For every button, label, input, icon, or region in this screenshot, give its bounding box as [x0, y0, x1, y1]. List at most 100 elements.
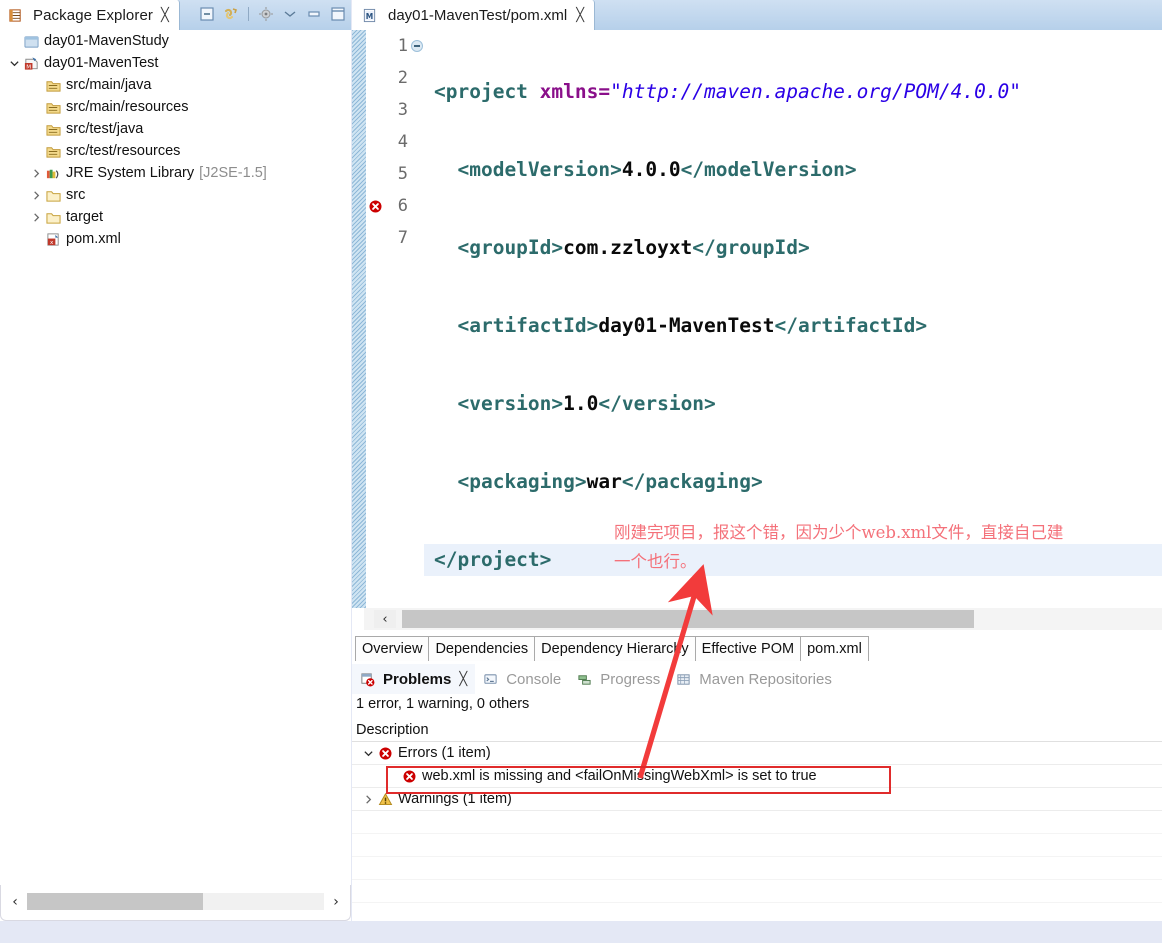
problems-row[interactable]: Errors (1 item): [352, 742, 1162, 765]
tree-item-src-test-resources[interactable]: src/test/resources: [0, 140, 351, 162]
tree-item-label: src/main/java: [66, 76, 152, 93]
folding-ruler[interactable]: [410, 30, 424, 608]
view-tab-console[interactable]: Console: [475, 664, 569, 694]
minimize-icon[interactable]: [305, 5, 323, 23]
chevron-right-icon[interactable]: [28, 187, 44, 203]
tab-pom-xml[interactable]: M day01-MavenTest/pom.xml ╳: [352, 0, 596, 30]
problems-row[interactable]: web.xml is missing and <failOnMissingWeb…: [352, 765, 1162, 788]
package-explorer-icon: [6, 7, 24, 23]
tree-item-label: src/test/java: [66, 120, 144, 137]
svg-text:M: M: [365, 11, 372, 20]
close-icon[interactable]: ╳: [459, 671, 467, 687]
editor-tab-label: day01-MavenTest/pom.xml: [388, 6, 568, 24]
view-tab-label: Console: [506, 670, 562, 688]
xml-tag: </artifactId>: [774, 314, 928, 337]
tab-package-explorer[interactable]: Package Explorer ╳: [0, 0, 180, 30]
tree-item-src-main-java[interactable]: src/main/java: [0, 74, 351, 96]
scrollbar-track[interactable]: [27, 893, 324, 910]
code-line-5: <version>1.0</version>: [424, 388, 1162, 420]
problems-empty-row: [352, 811, 1162, 834]
maximize-icon[interactable]: [329, 5, 347, 23]
jre-library-icon: [44, 165, 62, 181]
form-tab-dependencies[interactable]: Dependencies: [428, 636, 536, 661]
problems-empty-row: [352, 880, 1162, 903]
tree-item-src[interactable]: src: [0, 184, 351, 206]
xml-tag: <project: [434, 80, 540, 103]
scroll-right-arrow[interactable]: ›: [326, 893, 346, 910]
scroll-left-arrow[interactable]: ‹: [374, 610, 396, 628]
form-tab-dependency-hierarchy[interactable]: Dependency Hierarchy: [534, 636, 696, 661]
chevron-right-icon[interactable]: [360, 791, 376, 807]
focus-on-active-task-icon[interactable]: [257, 5, 275, 23]
xml-text: war: [586, 470, 622, 493]
chevron-down-icon[interactable]: [6, 55, 22, 71]
eclipse-ide-window: Package Explorer ╳ day01-MavenStudy M da…: [0, 0, 1162, 943]
folder-icon: [44, 187, 62, 203]
form-tab-overview[interactable]: Overview: [355, 636, 430, 661]
tree-item-target[interactable]: target: [0, 206, 351, 228]
tree-item-qualifier: [J2SE-1.5]: [199, 165, 267, 181]
scroll-left-arrow[interactable]: ‹: [5, 893, 25, 910]
annotation-overview-ruler[interactable]: [352, 30, 366, 608]
form-tab-pom-xml[interactable]: pom.xml: [800, 636, 869, 661]
marker-ruler[interactable]: [366, 30, 386, 608]
xml-text: day01-MavenTest: [598, 314, 775, 337]
package-explorer-toolbar: [198, 5, 347, 23]
close-icon[interactable]: ╳: [161, 7, 169, 23]
line-number: 6: [397, 196, 408, 216]
editor-horizontal-scrollbar[interactable]: ‹: [364, 608, 1162, 630]
view-menu-icon[interactable]: [281, 5, 299, 23]
form-tab-effective-pom[interactable]: Effective POM: [694, 636, 802, 661]
fold-collapse-icon[interactable]: [411, 40, 423, 52]
problems-table-body[interactable]: Errors (1 item) web.xml is missing and <f…: [352, 742, 1162, 943]
scrollbar-thumb[interactable]: [402, 610, 974, 628]
line-number: 5: [397, 164, 408, 184]
tree-item-label: src/test/resources: [66, 142, 181, 159]
link-with-editor-icon[interactable]: [222, 5, 240, 23]
chevron-right-icon[interactable]: [28, 165, 44, 181]
source-code-text[interactable]: <project xmlns="http://maven.apache.org/…: [424, 30, 1162, 608]
chevron-down-icon[interactable]: [360, 745, 376, 761]
error-marker-icon[interactable]: [368, 199, 383, 214]
source-folder-icon: [44, 121, 62, 137]
tree-item-day01-mavenstudy[interactable]: day01-MavenStudy: [0, 30, 351, 52]
svg-text:M: M: [26, 65, 31, 71]
problems-row[interactable]: Warnings (1 item): [352, 788, 1162, 811]
collapse-all-icon[interactable]: [198, 5, 216, 23]
problems-table[interactable]: Description Errors (1 item) web.xml is mi…: [352, 718, 1162, 926]
xml-tag: <groupId>: [457, 236, 564, 259]
view-tab-label: Progress: [600, 670, 661, 688]
xml-tag: <artifactId>: [457, 314, 599, 337]
view-tab-progress[interactable]: Progress: [569, 664, 668, 694]
scrollbar-thumb[interactable]: [27, 893, 203, 910]
editor-tabbar: M day01-MavenTest/pom.xml ╳: [352, 0, 1162, 30]
pom-editor-form-tabs[interactable]: Overview Dependencies Dependency Hierarchy…: [355, 635, 869, 661]
package-explorer-tree[interactable]: day01-MavenStudy Mday01-MavenTest src/main…: [0, 30, 351, 885]
xml-tag: </project>: [434, 548, 552, 571]
folder-icon: [44, 209, 62, 225]
line-number: 2: [397, 68, 408, 88]
view-tab-label: Problems: [383, 670, 452, 688]
code-viewport[interactable]: 1 2 3 4 5 6 7 <project xmlns="http://maven.apa…: [352, 30, 1162, 608]
closed-project-icon: [22, 33, 40, 49]
source-folder-icon: [44, 77, 62, 93]
tree-item-jre-system-library[interactable]: JRE System Library [J2SE-1.5]: [0, 162, 351, 184]
tree-item-day01-maventest[interactable]: Mday01-MavenTest: [0, 52, 351, 74]
problems-view: Problems ╳ Console Progress Maven Repositori…: [352, 664, 1162, 926]
tree-item-src-main-resources[interactable]: src/main/resources: [0, 96, 351, 118]
code-line-4: <artifactId>day01-MavenTest</artifactId>: [424, 310, 1162, 342]
chevron-right-icon[interactable]: [28, 209, 44, 225]
tree-item-src-test-java[interactable]: src/test/java: [0, 118, 351, 140]
close-icon[interactable]: ╳: [576, 7, 584, 23]
progress-icon: [575, 671, 593, 687]
package-explorer-horizontal-scrollbar[interactable]: ‹ ›: [0, 885, 351, 921]
view-tab-problems[interactable]: Problems ╳: [352, 664, 476, 694]
tree-item-pom-xml[interactable]: x pom.xml: [0, 228, 351, 250]
xml-editor-area: M day01-MavenTest/pom.xml ╳ 1234567 <pro…: [352, 0, 1162, 664]
view-tab-maven-repositories[interactable]: Maven Repositories: [668, 664, 840, 694]
